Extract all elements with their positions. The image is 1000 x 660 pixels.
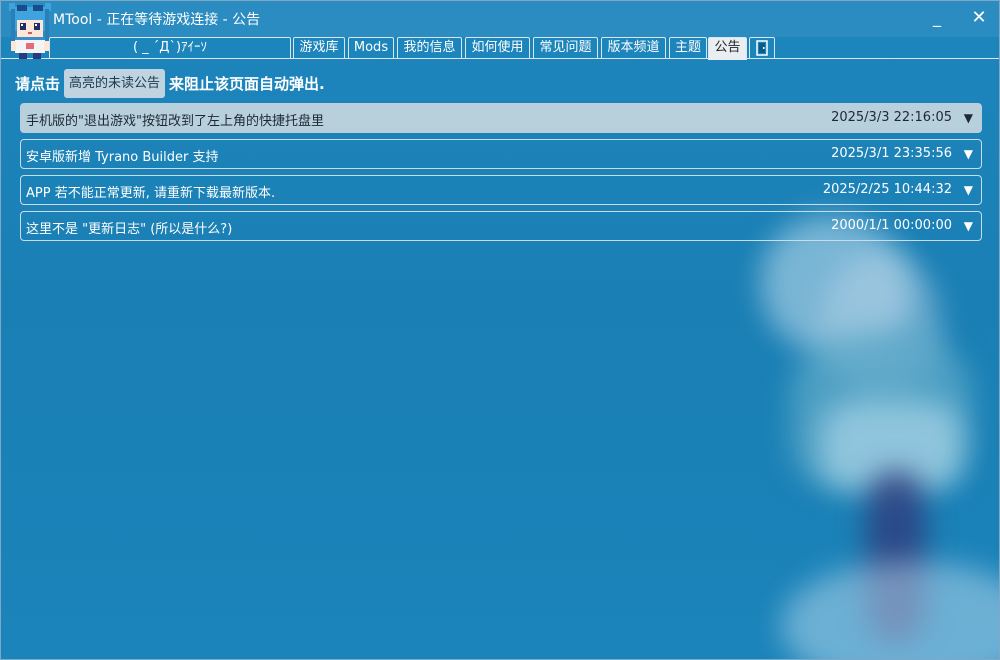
window-title: MTool - 正在等待游戏连接 - 公告: [53, 12, 261, 28]
minimize-button[interactable]: _: [921, 7, 953, 29]
tab-faq[interactable]: 常见问题: [533, 37, 598, 59]
background-art: [821, 401, 961, 491]
announcement-date: 2000/1/1 00:00:00: [831, 218, 952, 233]
announcement-date: 2025/3/3 22:16:05: [831, 110, 952, 125]
unread-announcement-button[interactable]: 高亮的未读公告: [64, 68, 166, 98]
notice-prefix: 请点击: [15, 74, 61, 93]
notice-suffix: 来阻止该页面自动弹出.: [169, 74, 325, 93]
announcement-date: 2025/3/1 23:35:56: [831, 146, 952, 161]
announcement-title: 这里不是 "更新日志" (所以是什么?): [26, 222, 233, 237]
tab-theme[interactable]: 主题: [669, 37, 707, 59]
announcement-item[interactable]: APP 若不能正常更新, 请重新下载最新版本. 2025/2/25 10:44:…: [20, 175, 982, 205]
kaomoji-label: ( _ ´Д`)ｱｲｰｿ: [49, 37, 291, 59]
app-window: MTool - 正在等待游戏连接 - 公告 _ ✕ ( _ ´Д`)ｱｲｰｿ 游…: [0, 0, 1000, 660]
tab-bar: ( _ ´Д`)ｱｲｰｿ 游戏库 Mods 我的信息 如何使用 常见问题 版本频…: [1, 37, 999, 60]
tab-version-channel[interactable]: 版本频道: [601, 37, 666, 59]
announcement-title: APP 若不能正常更新, 请重新下载最新版本.: [26, 186, 276, 201]
expand-arrow-icon[interactable]: ▼: [964, 111, 973, 125]
announcement-title: 安卓版新增 Tyrano Builder 支持: [26, 150, 219, 165]
announcement-date: 2025/2/25 10:44:32: [822, 182, 952, 197]
close-button[interactable]: ✕: [963, 7, 995, 29]
announcement-item[interactable]: 手机版的"退出游戏"按钮改到了左上角的快捷托盘里 2025/3/3 22:16:…: [20, 103, 982, 133]
announcement-title: 手机版的"退出游戏"按钮改到了左上角的快捷托盘里: [26, 114, 324, 129]
door-exit-icon: [756, 40, 768, 56]
notice-banner: 请点击 高亮的未读公告 来阻止该页面自动弹出.: [15, 68, 325, 98]
expand-arrow-icon[interactable]: ▼: [964, 147, 973, 161]
tab-game-library[interactable]: 游戏库: [293, 37, 345, 59]
tab-how-to-use[interactable]: 如何使用: [465, 37, 530, 59]
background-art: [866, 471, 926, 641]
tab-my-info[interactable]: 我的信息: [397, 37, 462, 59]
expand-arrow-icon[interactable]: ▼: [964, 183, 973, 197]
background-art: [821, 251, 941, 401]
tab-exit[interactable]: [749, 37, 775, 59]
announcement-item[interactable]: 安卓版新增 Tyrano Builder 支持 2025/3/1 23:35:5…: [20, 139, 982, 169]
background-art: [781, 561, 999, 659]
tab-announcements[interactable]: 公告: [708, 37, 747, 60]
background-art: [791, 331, 971, 491]
expand-arrow-icon[interactable]: ▼: [964, 219, 973, 233]
tab-mods[interactable]: Mods: [348, 37, 394, 59]
title-bar[interactable]: MTool - 正在等待游戏连接 - 公告 _ ✕: [1, 1, 999, 37]
app-logo-avatar-icon: [9, 3, 51, 59]
announcement-list: 手机版的"退出游戏"按钮改到了左上角的快捷托盘里 2025/3/3 22:16:…: [20, 103, 982, 247]
announcement-item[interactable]: 这里不是 "更新日志" (所以是什么?) 2000/1/1 00:00:00 ▼: [20, 211, 982, 241]
